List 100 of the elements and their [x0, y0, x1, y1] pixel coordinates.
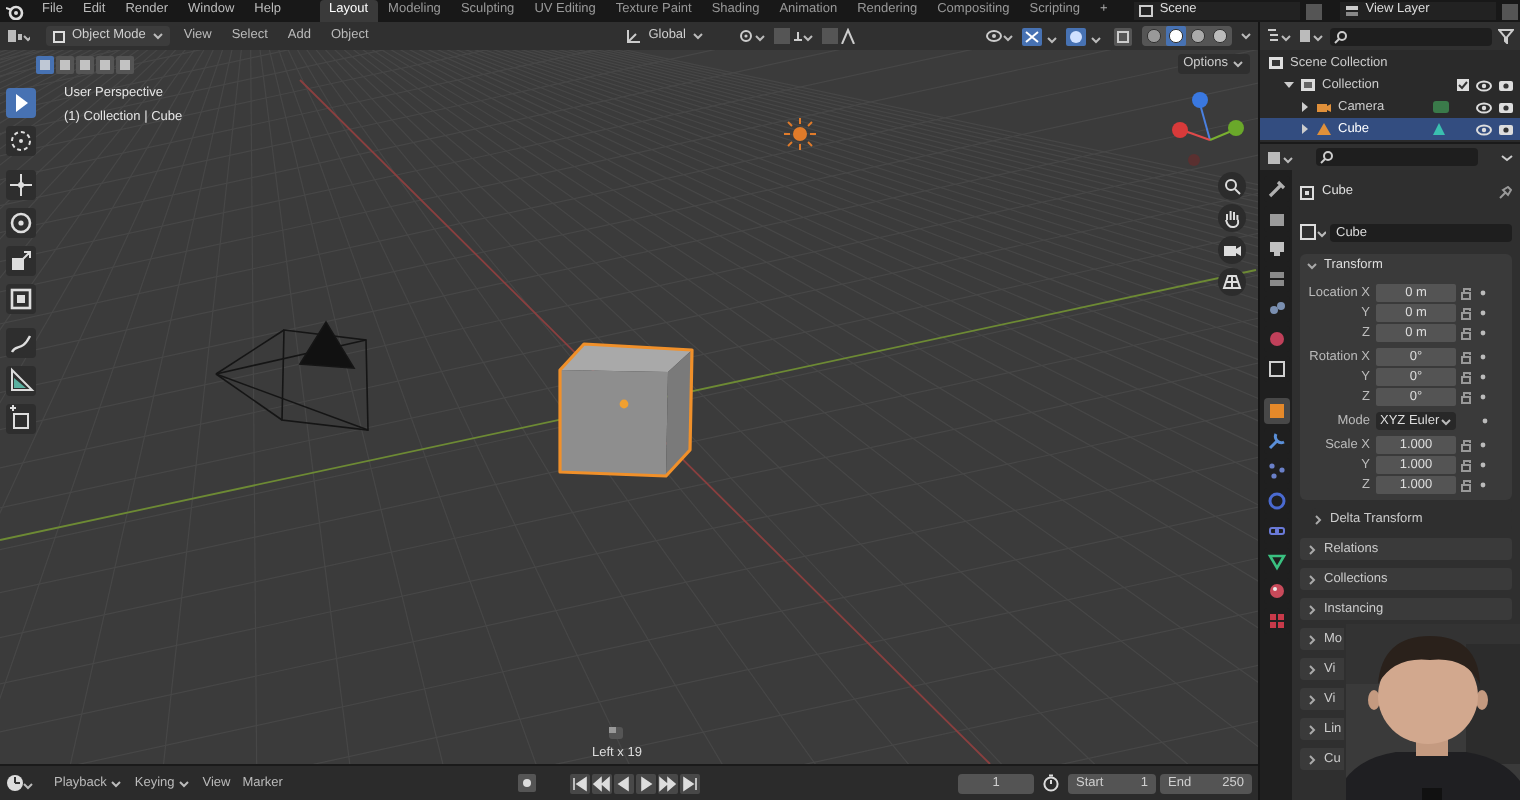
- search-field[interactable]: [1316, 148, 1478, 166]
- annotate-tool[interactable]: [6, 328, 36, 358]
- collapsed-chevron-icon[interactable]: [1312, 513, 1324, 525]
- jump-end-button[interactable]: [680, 773, 701, 793]
- clock-editor-icon[interactable]: [6, 774, 34, 792]
- perspective-grid-icon[interactable]: [1218, 268, 1246, 296]
- keyframe-dot-icon[interactable]: [1480, 354, 1486, 360]
- properties-tab[interactable]: [1263, 458, 1289, 484]
- editor-type-icon[interactable]: [1266, 149, 1294, 165]
- visibility-icon[interactable]: [986, 28, 1014, 44]
- lock-icon[interactable]: [1460, 286, 1474, 300]
- collapsed-arrow-icon[interactable]: [1300, 102, 1310, 112]
- add-cube-tool[interactable]: [6, 404, 36, 434]
- keyframe-dot-icon[interactable]: [1480, 462, 1486, 468]
- keyframe-dot-icon[interactable]: [1480, 310, 1486, 316]
- render-camera-icon[interactable]: [1498, 77, 1514, 93]
- lock-icon[interactable]: [1460, 350, 1474, 364]
- previous-keyframe-button[interactable]: [592, 773, 613, 793]
- properties-tab[interactable]: [1263, 356, 1289, 382]
- keyframe-dot-icon[interactable]: [1480, 394, 1486, 400]
- select-tool[interactable]: [6, 88, 36, 118]
- collapsed-chevron-icon[interactable]: [1306, 753, 1318, 765]
- overlay-toggle-icon[interactable]: [1066, 27, 1102, 45]
- shading-mode-button[interactable]: [1166, 26, 1186, 46]
- selection-mode-button[interactable]: [56, 56, 74, 74]
- selection-mode-button[interactable]: [36, 56, 54, 74]
- camera-icon[interactable]: [1218, 236, 1246, 264]
- collapsed-chevron-icon[interactable]: [1306, 603, 1318, 615]
- stopwatch-icon[interactable]: [1042, 774, 1060, 792]
- shading-mode-button[interactable]: [1210, 26, 1230, 46]
- keyframe-dot-icon[interactable]: [1480, 290, 1486, 296]
- blender-logo-icon[interactable]: [6, 3, 24, 19]
- properties-tab[interactable]: [1263, 398, 1289, 424]
- filter-view-icon[interactable]: [1298, 28, 1324, 44]
- lock-icon[interactable]: [1460, 370, 1474, 384]
- play-button[interactable]: [636, 773, 657, 793]
- selection-mode-button[interactable]: [76, 56, 94, 74]
- copy-icon[interactable]: [1500, 3, 1520, 19]
- editor-type-icon[interactable]: [6, 28, 30, 44]
- collapsed-chevron-icon[interactable]: [1306, 543, 1318, 555]
- eye-icon[interactable]: [1476, 99, 1492, 115]
- collapsed-chevron-icon[interactable]: [1306, 633, 1318, 645]
- lock-icon[interactable]: [1460, 478, 1474, 492]
- collapsed-chevron-icon[interactable]: [1306, 663, 1318, 675]
- lock-icon[interactable]: [1460, 306, 1474, 320]
- eye-icon[interactable]: [1476, 121, 1492, 137]
- play-reverse-button[interactable]: [614, 773, 635, 793]
- zoom-icon[interactable]: [1218, 172, 1246, 200]
- lock-icon[interactable]: [1460, 390, 1474, 404]
- expanded-arrow-icon[interactable]: [1284, 80, 1294, 90]
- record-button[interactable]: [518, 774, 537, 792]
- next-keyframe-button[interactable]: [658, 773, 679, 793]
- gizmo-toggle-icon[interactable]: [1022, 27, 1058, 45]
- selection-mode-button[interactable]: [96, 56, 114, 74]
- lock-icon[interactable]: [1460, 326, 1474, 340]
- render-camera-icon[interactable]: [1498, 99, 1514, 115]
- scale-tool[interactable]: [6, 246, 36, 276]
- selection-mode-button[interactable]: [116, 56, 134, 74]
- jump-start-button[interactable]: [570, 773, 591, 793]
- navigation-gizmo[interactable]: [1172, 92, 1244, 166]
- copy-icon[interactable]: [1303, 3, 1324, 19]
- expanded-chevron-icon[interactable]: [1306, 260, 1318, 272]
- search-icon: [1334, 29, 1348, 43]
- eye-icon[interactable]: [1476, 77, 1492, 93]
- keyframe-dot-icon[interactable]: [1480, 330, 1486, 336]
- camera-data-icon[interactable]: [1432, 100, 1450, 114]
- transform-tool[interactable]: [6, 284, 36, 314]
- properties-tab[interactable]: [1263, 428, 1289, 454]
- keyframe-dot-icon[interactable]: [1480, 442, 1486, 448]
- keyframe-dot-icon[interactable]: [1482, 418, 1488, 424]
- pivot-icon[interactable]: [738, 28, 766, 44]
- options-icon[interactable]: [1500, 150, 1514, 164]
- move-tool[interactable]: [6, 170, 36, 200]
- pin-icon[interactable]: [1498, 185, 1512, 199]
- axes-icon: [626, 28, 643, 44]
- snap-icon[interactable]: [774, 28, 814, 44]
- measure-tool[interactable]: [6, 366, 36, 396]
- collapsed-chevron-icon[interactable]: [1306, 693, 1318, 705]
- xray-toggle-icon[interactable]: [1114, 27, 1134, 45]
- keyframe-dot-icon[interactable]: [1480, 482, 1486, 488]
- cursor-tool[interactable]: [6, 126, 36, 156]
- collapsed-chevron-icon[interactable]: [1306, 573, 1318, 585]
- display-mode-icon[interactable]: [1266, 28, 1292, 44]
- lock-icon[interactable]: [1460, 438, 1474, 452]
- properties-tab[interactable]: [1263, 176, 1289, 202]
- object-browse-icon[interactable]: [1300, 224, 1326, 240]
- render-camera-icon[interactable]: [1498, 121, 1514, 137]
- mesh-data-icon[interactable]: [1432, 122, 1446, 136]
- proportional-icon[interactable]: [822, 28, 858, 44]
- search-field[interactable]: [1330, 27, 1492, 45]
- collapsed-arrow-icon[interactable]: [1300, 124, 1310, 134]
- scene-icon: [1268, 56, 1284, 70]
- keyframe-dot-icon[interactable]: [1480, 374, 1486, 380]
- filter-icon[interactable]: [1498, 28, 1514, 44]
- collapsed-chevron-icon[interactable]: [1306, 723, 1318, 735]
- lock-icon[interactable]: [1460, 458, 1474, 472]
- hand-icon[interactable]: [1218, 204, 1246, 232]
- shading-mode-button[interactable]: [1188, 26, 1208, 46]
- rotate-tool[interactable]: [6, 208, 36, 238]
- include-checkbox[interactable]: [1456, 78, 1470, 92]
